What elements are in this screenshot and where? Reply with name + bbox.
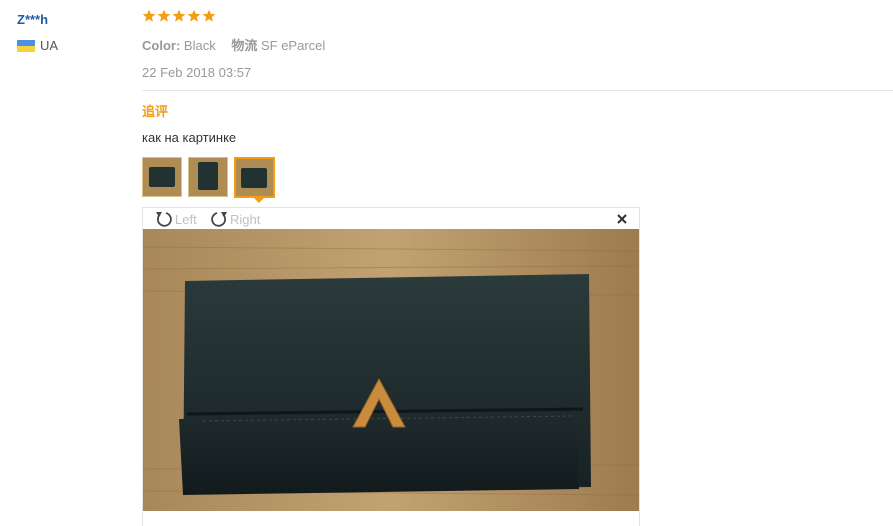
photo-thumbnail-active[interactable] <box>234 157 275 198</box>
attribute-value-color: Black <box>183 38 216 53</box>
country-code: UA <box>40 38 59 53</box>
reviewer-name[interactable]: Z***h <box>17 12 48 27</box>
reviewer-country: UA <box>17 38 58 53</box>
viewer-toolbar: Left Right <box>143 208 639 230</box>
wallet-photo <box>143 229 639 511</box>
rating-stars <box>142 9 216 23</box>
close-icon[interactable] <box>616 213 628 225</box>
star-icon <box>202 9 216 22</box>
star-icon <box>157 9 171 22</box>
review-date: 22 Feb 2018 03:57 <box>142 65 252 80</box>
star-icon <box>142 9 156 22</box>
rotate-left-button[interactable]: Left <box>154 209 197 229</box>
rotate-right-icon <box>211 212 227 227</box>
active-thumbnail-pointer <box>253 197 265 203</box>
rotate-left-label: Left <box>175 211 197 227</box>
feedback-text: как на картинке <box>142 130 237 145</box>
divider <box>142 90 893 91</box>
attribute-value-shipping: SF eParcel <box>260 38 326 53</box>
photo-thumbnail[interactable] <box>142 157 182 197</box>
photo-thumbnail[interactable] <box>188 157 228 197</box>
attribute-label-color: Color: <box>142 38 181 53</box>
star-icon <box>172 9 186 22</box>
attribute-label-shipping: 物流 <box>231 38 258 53</box>
review-attributes: Color: Black 物流 SF eParcel <box>142 35 337 54</box>
star-icon <box>187 9 201 22</box>
followup-title: 追评 <box>142 104 169 119</box>
photo-thumbnails <box>142 157 275 198</box>
ukraine-flag-icon <box>17 39 35 52</box>
rotate-right-label: Right <box>230 211 261 227</box>
rotate-right-button[interactable]: Right <box>209 209 260 229</box>
rotate-left-icon <box>156 212 172 227</box>
review-page: Z***h UA Color: Black 物流 SF eParcel 22 F… <box>0 0 893 526</box>
image-viewer: Left Right <box>142 207 640 526</box>
